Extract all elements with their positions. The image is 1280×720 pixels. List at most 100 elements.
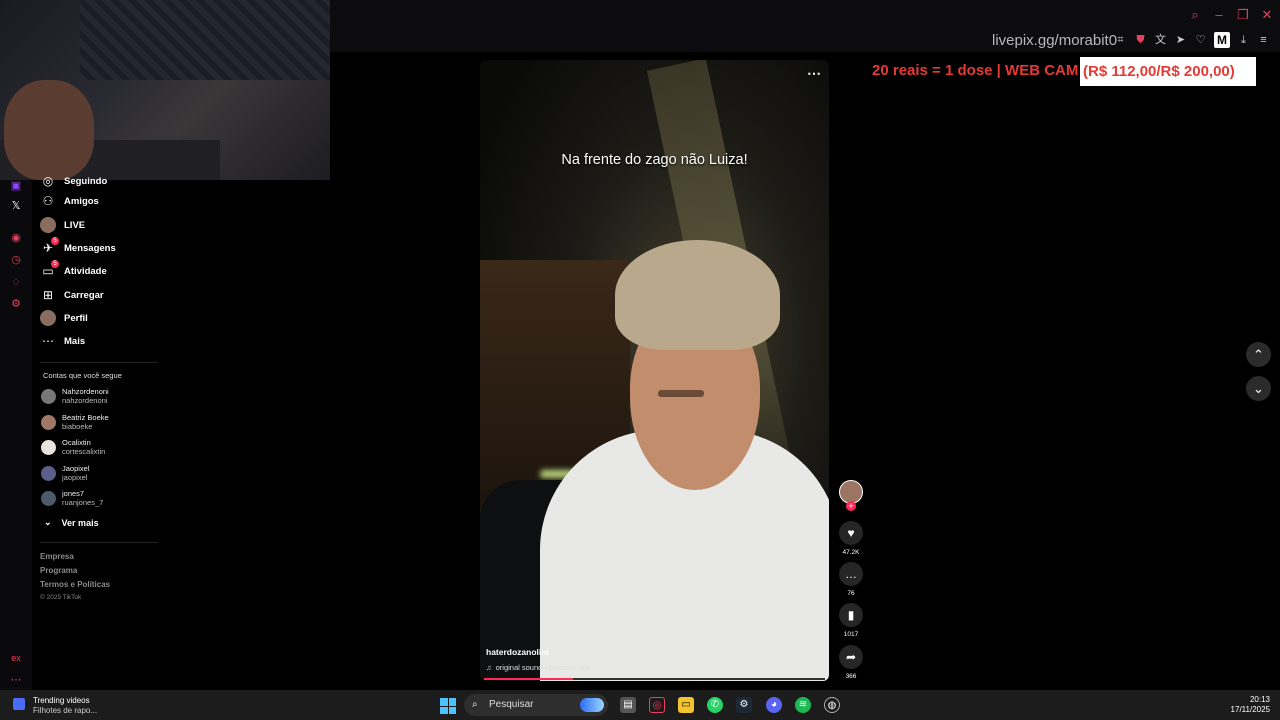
copyright: © 2025 TikTok <box>40 594 82 601</box>
account-username: biaboeke <box>62 422 93 431</box>
nav-messages[interactable]: ✈ 5 Mensagens <box>40 237 116 258</box>
shield-icon[interactable]: ⛊ <box>1134 34 1147 47</box>
music-note-icon: ♫ <box>486 663 492 672</box>
video-sound[interactable]: ♫ original sound - Lxuissoundz <box>486 663 591 672</box>
like-icon[interactable]: ♥ <box>839 521 863 545</box>
live-icon <box>40 217 56 233</box>
video-person-mustache <box>658 390 704 397</box>
comment-icon[interactable]: … <box>839 562 863 586</box>
send-icon[interactable]: ➤ <box>1174 34 1187 47</box>
chevron-down-icon: ⌄ <box>44 517 52 527</box>
previous-video-button[interactable]: ⌃ <box>1246 342 1271 367</box>
obs-icon[interactable]: ◍ <box>824 697 840 713</box>
nav-following[interactable]: ◎ Seguindo <box>40 171 108 191</box>
rail-more-icon[interactable]: ⋯ <box>10 674 22 686</box>
video-progress-fill <box>484 678 573 680</box>
share-count: 366 <box>845 673 857 680</box>
nav-profile[interactable]: Perfil <box>40 308 88 328</box>
video-progress-bar[interactable] <box>484 678 825 680</box>
nav-upload[interactable]: ⊞ Carregar <box>40 285 104 305</box>
see-more-button[interactable]: ⌄ Ver mais <box>44 517 99 528</box>
bookmark-icon[interactable]: ▮ <box>839 603 863 627</box>
record-icon[interactable]: ◉ <box>10 232 22 244</box>
account-name: jones7 <box>62 489 85 498</box>
trending-widget[interactable]: Trending videos Filhotes de rapo... <box>13 696 97 716</box>
search-icon: ⌕ <box>472 699 478 710</box>
nav-friends-label: Amigos <box>64 195 99 207</box>
account-item[interactable]: Beatriz Boeke biaboeke <box>41 413 109 431</box>
m-extension-icon[interactable]: M <box>1214 32 1230 48</box>
opera-gx-icon[interactable]: ◎ <box>649 697 665 713</box>
twitch-icon[interactable]: ▣ <box>10 180 22 192</box>
livepix-overlay: livepix.gg/morabit0 <box>992 32 1118 49</box>
clock-time: 20:13 <box>1249 695 1270 704</box>
account-username: ruanjones_7 <box>62 498 104 507</box>
nav-more[interactable]: ⋯ Mais <box>40 331 85 351</box>
account-item[interactable]: jones7 ruanjones_7 <box>41 489 103 507</box>
following-icon: ◎ <box>42 174 54 188</box>
nav-live[interactable]: LIVE <box>40 215 85 235</box>
divider <box>40 362 158 363</box>
system-clock[interactable]: 20:13 17/11/2025 <box>1231 695 1270 715</box>
account-avatar <box>41 465 56 481</box>
video-caption: Na frente do zago não Luiza! <box>561 152 748 168</box>
file-explorer-icon[interactable]: ▭ <box>678 697 694 713</box>
footer-link-terms[interactable]: Termos e Políticas <box>40 580 110 589</box>
account-item[interactable]: Jaopixel jaopixel <box>41 464 90 482</box>
chat-icon[interactable]: ◌ <box>10 276 22 288</box>
close-icon[interactable]: ✕ <box>1260 8 1274 22</box>
messages-icon: ✈ 5 <box>40 237 59 256</box>
windows-taskbar: Trending videos Filhotes de rapo... ⌕ Pe… <box>0 690 1280 720</box>
search-icon[interactable]: ⌕ <box>1188 8 1202 22</box>
save-count: 1017 <box>843 631 859 638</box>
video-more-options-icon[interactable]: ⋯ <box>807 65 821 82</box>
discord-icon[interactable]: ◕ <box>766 697 782 713</box>
account-name: Ocalixtin <box>62 438 91 447</box>
footer-link-program[interactable]: Programa <box>40 566 77 575</box>
windows-start-icon[interactable] <box>440 698 456 714</box>
next-video-button[interactable]: ⌄ <box>1246 376 1271 401</box>
friends-icon: ⚇ <box>42 194 54 208</box>
settings-icon[interactable]: ⚙ <box>10 298 22 310</box>
footer-link-company[interactable]: Empresa <box>40 552 74 561</box>
spotify-icon[interactable]: ≋ <box>795 697 811 713</box>
video-sound-label: original sound - Lxuissoundz <box>495 663 591 672</box>
nav-friends[interactable]: ⚇ Amigos <box>40 191 99 211</box>
follow-plus-icon[interactable]: + <box>846 501 856 511</box>
ex-icon[interactable]: ex <box>8 652 24 664</box>
task-view-icon[interactable]: ▤ <box>620 697 636 713</box>
account-avatar <box>41 490 56 506</box>
window-controls: ⌕ – ❐ ✕ <box>1188 8 1274 22</box>
widget-subtitle: Filhotes de rapo... <box>33 706 98 715</box>
account-item[interactable]: Nahzordenoni nahzordenoni <box>41 387 109 405</box>
nav-following-label: Seguindo <box>64 175 108 187</box>
minimize-icon[interactable]: – <box>1212 8 1226 22</box>
whatsapp-icon[interactable]: ✆ <box>707 697 723 713</box>
restore-icon[interactable]: ❐ <box>1236 8 1250 22</box>
comment-count: 76 <box>847 590 855 597</box>
webcam-background <box>80 0 330 80</box>
steam-icon[interactable]: ⚙ <box>736 697 752 713</box>
nav-messages-label: Mensagens <box>64 242 116 254</box>
download-icon[interactable]: ⤓ <box>1237 34 1250 47</box>
video-username[interactable]: haterdozanolini <box>486 647 549 657</box>
account-username: nahzordenoni <box>62 396 108 405</box>
menu-icon[interactable]: ≡ <box>1257 34 1270 47</box>
messages-badge: 5 <box>51 237 59 245</box>
nav-activity[interactable]: ▭ 5 Atividade <box>40 260 107 281</box>
share-icon[interactable]: ➦ <box>839 645 863 669</box>
taskbar-search[interactable]: ⌕ Pesquisar <box>464 694 608 716</box>
donation-goal-box: (R$ 112,00/R$ 200,00) <box>1080 57 1256 86</box>
account-item[interactable]: Ocalixtin cortescalixtin <box>41 438 105 456</box>
heart-icon[interactable]: ♡ <box>1194 34 1207 47</box>
x-icon[interactable]: 𝕏 <box>10 200 22 212</box>
see-more-label: Ver mais <box>61 517 99 528</box>
account-avatar <box>41 388 56 404</box>
account-avatar <box>41 414 56 430</box>
nav-live-label: LIVE <box>64 219 86 231</box>
nav-profile-label: Perfil <box>64 312 88 324</box>
video-player[interactable]: ⋯ Na frente do zago não Luiza! haterdoza… <box>480 60 829 681</box>
history-icon[interactable]: ◷ <box>10 254 22 266</box>
translate-icon[interactable]: 文 <box>1154 34 1167 47</box>
browser-toolbar: ⌕ – ❐ ✕ ⌗ ⛊ 文 ➤ ♡ M ⤓ ≡ <box>330 0 1280 52</box>
